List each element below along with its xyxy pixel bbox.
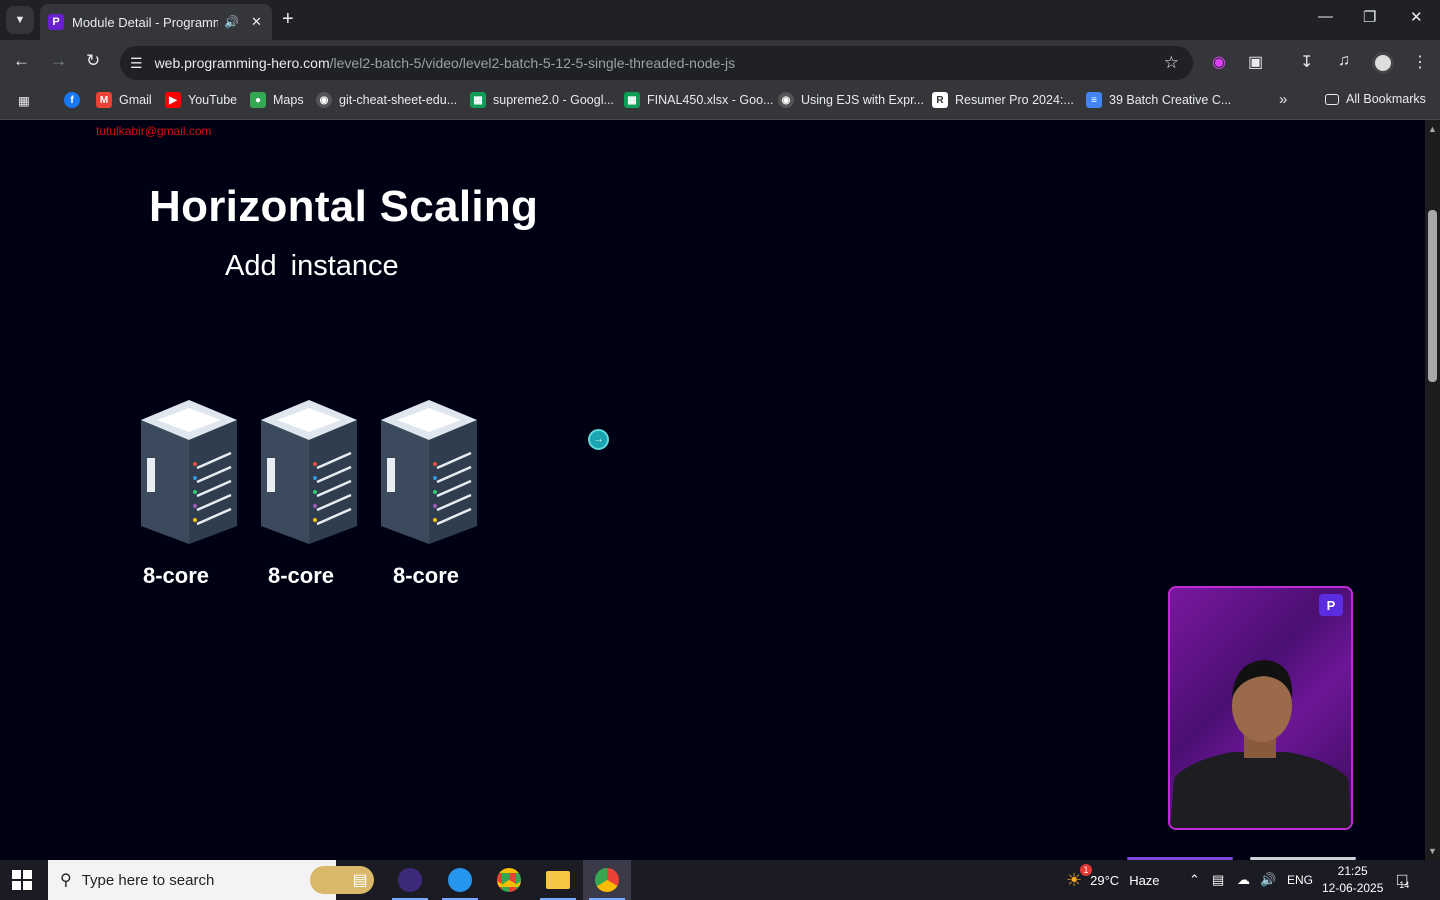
all-bookmarks-folder[interactable]: All Bookmarks <box>1325 92 1426 106</box>
bookmark-item[interactable]: M Gmail <box>96 92 152 108</box>
presenter-figure <box>1170 660 1351 828</box>
close-tab-icon[interactable]: ✕ <box>251 14 262 30</box>
tab-search-button[interactable]: ▼ <box>6 6 34 34</box>
maps-icon: ● <box>250 92 266 108</box>
menu-kebab-icon[interactable]: ⋮ <box>1412 52 1428 72</box>
page-scrollbar[interactable]: ▲ ▼ <box>1425 120 1440 860</box>
folder-icon <box>1325 93 1339 105</box>
chrome-icon <box>497 868 521 892</box>
profile-avatar[interactable] <box>1372 52 1394 74</box>
minimize-icon[interactable]: — <box>1318 8 1333 25</box>
bookmark-item[interactable]: ◉ Using EJS with Expr... <box>778 92 924 108</box>
notification-center[interactable]: □ 14 <box>1397 860 1409 900</box>
bookmark-item[interactable]: ▦ FINAL450.xlsx - Goo... <box>624 92 773 108</box>
browser-titlebar: ▼ P Module Detail - Programmi 🔊 ✕ + — ❐ … <box>0 0 1440 40</box>
docker-icon <box>448 868 472 892</box>
scroll-down-icon[interactable]: ▼ <box>1428 846 1437 856</box>
programming-hero-logo: P <box>1319 594 1343 616</box>
slide-title: Horizontal Scaling <box>149 182 539 231</box>
youtube-icon: ▶ <box>165 92 181 108</box>
slide-subtitle: Add instance <box>225 250 399 282</box>
tab-module-detail[interactable]: P Module Detail - Programmi 🔊 ✕ <box>40 4 272 40</box>
presenter-cursor-icon: → <box>588 429 609 450</box>
task-view-button[interactable]: ▤ <box>336 860 384 900</box>
docs-icon: ≡ <box>1086 92 1102 108</box>
back-button[interactable]: ← <box>13 51 30 71</box>
taskbar-app-pwa[interactable] <box>386 860 434 900</box>
taskbar-app-file-explorer[interactable] <box>534 860 582 900</box>
url-text[interactable]: web.programming-hero.com/level2-batch-5/… <box>155 55 736 71</box>
sheets-icon: ▦ <box>470 92 486 108</box>
github-icon: ◉ <box>316 92 332 108</box>
taskbar-app-chrome-profile[interactable] <box>583 860 631 900</box>
folder-icon <box>546 871 570 889</box>
server-label: 8-core <box>268 563 335 588</box>
extension-icon[interactable]: ◉ <box>1212 52 1226 72</box>
media-control-icon[interactable]: ♫ <box>1338 52 1350 70</box>
watermark-email: tutulkabir@gmail.com <box>96 124 212 138</box>
weather-badge: 1 <box>1080 864 1092 876</box>
server-label: 8-core <box>393 563 460 588</box>
network-icon[interactable]: ▤ <box>1212 860 1224 900</box>
browser-toolbar: ← → ↻ ☰ web.programming-hero.com/level2-… <box>0 40 1440 86</box>
address-bar[interactable]: ☰ web.programming-hero.com/level2-batch-… <box>120 46 1193 80</box>
scroll-up-icon[interactable]: ▲ <box>1428 124 1437 134</box>
app-icon <box>398 868 422 892</box>
taskbar-app-chrome[interactable] <box>485 860 533 900</box>
gmail-icon: M <box>96 92 112 108</box>
presenter-webcam: P <box>1168 586 1353 830</box>
server-rack-icon <box>381 400 477 544</box>
more-bookmarks-chevron-icon[interactable]: » <box>1279 91 1287 108</box>
bookmark-item[interactable]: ◉ git-cheat-sheet-edu... <box>316 92 457 108</box>
programming-hero-favicon: P <box>48 14 64 30</box>
task-view-icon: ▤ <box>352 872 368 889</box>
server-rack-icon <box>261 400 357 544</box>
search-placeholder: Type here to search <box>81 871 215 889</box>
server-rack-icon <box>141 400 237 544</box>
reload-button[interactable]: ↻ <box>86 51 100 71</box>
sheets-icon: ▦ <box>624 92 640 108</box>
bookmarks-bar: ▦ f M Gmail ▶ YouTube ● Maps ◉ git-cheat-she… <box>0 86 1440 120</box>
chevron-down-icon: ▼ <box>14 14 26 26</box>
forward-button[interactable]: → <box>50 51 67 71</box>
bookmark-item[interactable]: f <box>64 92 87 108</box>
restore-icon[interactable]: ❐ <box>1363 8 1376 26</box>
bookmark-item[interactable]: ● Maps <box>250 92 304 108</box>
facebook-icon: f <box>64 92 80 108</box>
notification-count: 14 <box>1399 880 1410 890</box>
onedrive-icon[interactable]: ☁ <box>1237 860 1250 900</box>
windows-taskbar: ⚲ Type here to search ▤ ☀ 29°C Haze 1 ⌃ … <box>0 860 1440 900</box>
download-icon[interactable]: ↧ <box>1300 52 1313 72</box>
windows-start-icon[interactable] <box>12 870 32 890</box>
weather-temperature: 29°C <box>1090 872 1120 888</box>
scroll-thumb[interactable] <box>1428 210 1437 382</box>
bookmark-star-icon[interactable]: ☆ <box>1164 53 1179 73</box>
github-icon: ◉ <box>778 92 794 108</box>
clock-time: 21:25 <box>1337 864 1368 878</box>
resumer-icon: R <box>932 92 948 108</box>
extensions-puzzle-icon[interactable]: ▣ <box>1248 52 1263 72</box>
taskbar-app-docker[interactable] <box>436 860 484 900</box>
volume-icon[interactable]: 🔊 <box>1260 860 1276 900</box>
bookmark-item[interactable]: ▦ supreme2.0 - Googl... <box>470 92 614 108</box>
speaker-icon[interactable]: 🔊 <box>224 15 239 29</box>
video-player[interactable]: tutulkabir@gmail.com Horizontal Scaling … <box>0 120 1425 860</box>
tab-title: Module Detail - Programmi <box>72 14 218 30</box>
chrome-icon <box>595 868 619 892</box>
clock-date: 12-06-2025 <box>1322 881 1384 895</box>
server-label: 8-core <box>143 563 210 588</box>
apps-grid-icon[interactable]: ▦ <box>18 93 30 108</box>
site-info-icon[interactable]: ☰ <box>130 55 143 72</box>
clock[interactable]: 21:25 12-06-2025 <box>1322 860 1383 900</box>
search-icon: ⚲ <box>60 872 72 889</box>
taskbar-search-box[interactable]: ⚲ Type here to search <box>48 860 374 900</box>
weather-condition: Haze <box>1129 872 1160 888</box>
show-hidden-icons-chevron-icon[interactable]: ⌃ <box>1189 860 1200 900</box>
close-window-icon[interactable]: ✕ <box>1410 8 1423 26</box>
new-tab-button[interactable]: + <box>282 8 294 31</box>
language-indicator[interactable]: ENG <box>1287 860 1313 900</box>
bookmark-item[interactable]: ≡ 39 Batch Creative C... <box>1086 92 1231 108</box>
bookmark-item[interactable]: ▶ YouTube <box>165 92 237 108</box>
bookmark-item[interactable]: R Resumer Pro 2024:... <box>932 92 1074 108</box>
